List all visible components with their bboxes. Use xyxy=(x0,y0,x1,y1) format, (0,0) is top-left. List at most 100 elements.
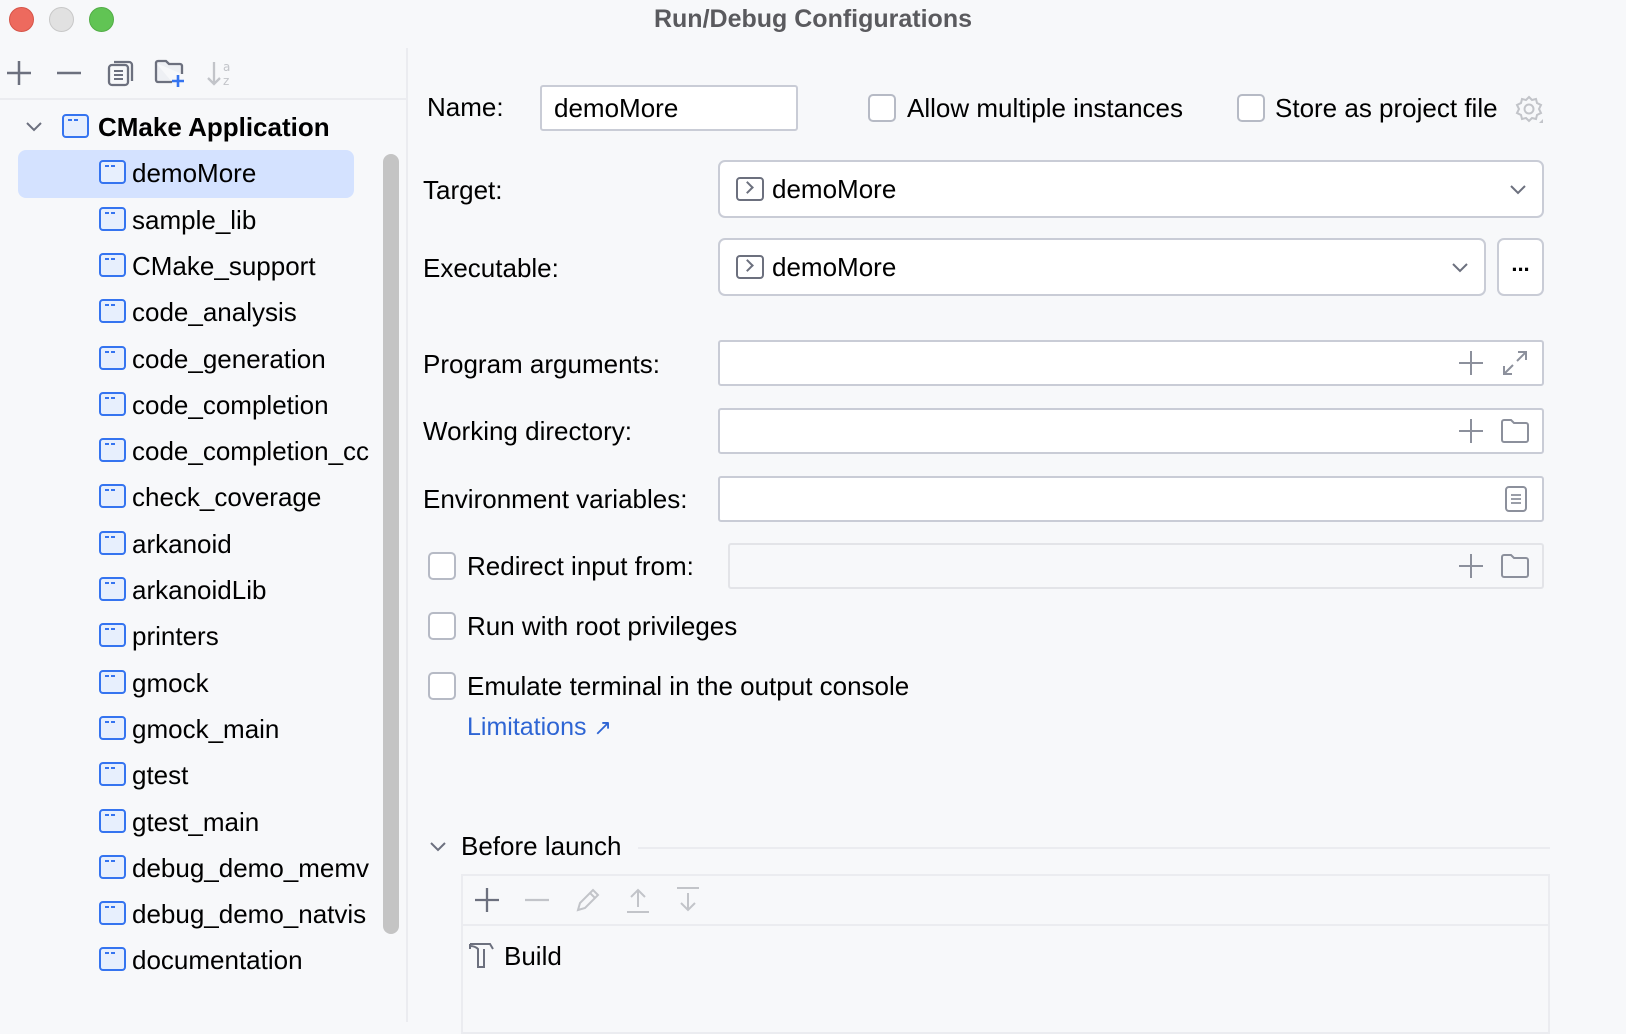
folder-icon[interactable] xyxy=(1500,418,1530,444)
emulate-terminal-label[interactable]: Emulate terminal in the output console xyxy=(467,670,909,702)
store-as-project-file-label[interactable]: Store as project file xyxy=(1275,92,1498,124)
tree-group-cmake-application[interactable]: CMake Application xyxy=(0,104,380,150)
emulate-terminal-checkbox[interactable] xyxy=(428,672,456,700)
sort-alphabetically-button[interactable]: az xyxy=(204,56,238,90)
tree-item[interactable]: arkanoidLib xyxy=(0,567,380,613)
new-folder-button[interactable] xyxy=(153,56,187,90)
cmake-target-icon xyxy=(99,160,126,185)
tree-item[interactable]: code_completion_cc xyxy=(0,428,380,474)
gear-icon[interactable] xyxy=(1514,94,1544,124)
browse-executable-button[interactable]: ... xyxy=(1497,238,1544,296)
toolbar-separator xyxy=(0,98,406,100)
tree-item[interactable]: arkanoid xyxy=(0,521,380,567)
svg-text:a: a xyxy=(223,60,230,74)
document-list-icon[interactable] xyxy=(1504,485,1528,513)
chevron-down-icon[interactable] xyxy=(24,116,44,136)
tree-item[interactable]: sample_lib xyxy=(0,197,380,243)
cmake-target-icon xyxy=(99,438,126,463)
name-value: demoMore xyxy=(554,93,679,123)
program-arguments-input[interactable] xyxy=(718,340,1544,386)
tree-item-label: gmock xyxy=(132,667,209,698)
tree-item[interactable]: printers xyxy=(0,613,380,659)
title-bar: Run/Debug Configurations xyxy=(0,0,1626,40)
move-up-icon[interactable] xyxy=(624,886,652,914)
tree-item-label: code_completion_cc xyxy=(132,436,370,467)
executable-value: demoMore xyxy=(772,252,897,282)
cmake-target-icon xyxy=(99,299,126,324)
copy-configuration-button[interactable] xyxy=(103,56,137,90)
target-label: Target: xyxy=(423,175,503,205)
cmake-target-icon xyxy=(99,252,126,277)
add-macro-icon[interactable] xyxy=(1458,553,1484,579)
working-directory-input[interactable] xyxy=(718,408,1544,454)
allow-multiple-instances-checkbox[interactable] xyxy=(868,94,896,122)
tree-item[interactable]: documentation xyxy=(0,937,380,983)
chevron-down-icon xyxy=(1452,263,1468,273)
window-title: Run/Debug Configurations xyxy=(653,5,973,33)
allow-multiple-instances-label[interactable]: Allow multiple instances xyxy=(907,92,1183,124)
configuration-form: Name: demoMore Allow multiple instances … xyxy=(408,48,1626,1034)
configuration-tree: CMake Application demoMore sample_lib CMak… xyxy=(0,104,380,1022)
before-launch-task-label: Build xyxy=(504,941,562,971)
svg-text:z: z xyxy=(223,74,229,88)
add-macro-icon[interactable] xyxy=(1458,418,1484,444)
tree-item-label: arkanoid xyxy=(132,528,232,559)
tree-item[interactable]: code_completion xyxy=(0,382,380,428)
tree-item[interactable]: gmock_main xyxy=(0,706,380,752)
target-value: demoMore xyxy=(772,174,897,204)
cmake-target-icon xyxy=(99,715,126,740)
limitations-link-text: Limitations xyxy=(467,713,587,741)
external-link-icon: ↗ xyxy=(593,715,612,740)
tree-item[interactable]: CMake_support xyxy=(0,243,380,289)
remove-task-icon[interactable] xyxy=(523,886,551,914)
before-launch-title[interactable]: Before launch xyxy=(461,830,621,862)
executable-dropdown[interactable]: demoMore xyxy=(718,238,1486,296)
cmake-target-icon xyxy=(99,901,126,926)
target-dropdown[interactable]: demoMore xyxy=(718,160,1544,218)
add-configuration-button[interactable] xyxy=(2,56,36,90)
folder-icon[interactable] xyxy=(1500,553,1530,579)
before-launch-task-build[interactable]: Build xyxy=(463,926,1548,986)
name-input[interactable]: demoMore xyxy=(540,85,798,131)
tree-item[interactable]: check_coverage xyxy=(0,474,380,520)
copy-icon xyxy=(107,60,134,87)
tree-item[interactable]: debug_demo_memv xyxy=(0,845,380,891)
redirect-input-checkbox[interactable] xyxy=(428,552,456,580)
cmake-target-icon xyxy=(99,530,126,555)
store-as-project-file-checkbox[interactable] xyxy=(1237,94,1265,122)
tree-item-label: arkanoidLib xyxy=(132,575,267,605)
redirect-input-label[interactable]: Redirect input from: xyxy=(467,550,694,582)
cmake-target-icon xyxy=(99,623,126,648)
tree-item[interactable]: gtest xyxy=(0,752,380,798)
add-task-icon[interactable] xyxy=(473,886,501,914)
run-with-root-privileges-label[interactable]: Run with root privileges xyxy=(467,610,737,642)
sort-alpha-icon: az xyxy=(207,60,230,88)
move-down-icon[interactable] xyxy=(674,886,702,914)
tree-item[interactable]: gmock xyxy=(0,660,380,706)
new-folder-icon xyxy=(154,59,184,87)
tree-item[interactable]: demoMore xyxy=(0,150,380,199)
working-directory-label: Working directory: xyxy=(423,416,633,446)
edit-task-icon[interactable] xyxy=(574,886,602,914)
tree-item[interactable]: debug_demo_natvis xyxy=(0,891,380,937)
tree-item[interactable]: code_generation xyxy=(0,336,380,382)
sidebar-scrollbar[interactable] xyxy=(383,154,399,934)
add-macro-icon[interactable] xyxy=(1458,350,1484,376)
cmake-target-icon xyxy=(99,947,126,972)
name-label: Name: xyxy=(427,92,504,122)
tree-item-label: demoMore xyxy=(132,158,257,189)
before-launch-panel: Build xyxy=(461,874,1550,1034)
tree-item[interactable]: code_analysis xyxy=(0,289,380,335)
program-arguments-label: Program arguments: xyxy=(423,349,660,379)
remove-configuration-button[interactable] xyxy=(52,56,86,90)
tree-item[interactable]: gtest_main xyxy=(0,799,380,845)
expand-icon[interactable] xyxy=(1500,348,1530,378)
environment-variables-input[interactable] xyxy=(718,476,1544,522)
tree-item-label: check_coverage xyxy=(132,482,322,513)
cmake-target-icon xyxy=(99,854,126,879)
chevron-down-icon[interactable] xyxy=(428,836,448,856)
redirect-input-field[interactable] xyxy=(728,543,1544,589)
cmake-app-icon xyxy=(62,114,89,138)
limitations-link[interactable]: Limitations ↗ xyxy=(467,711,612,744)
run-with-root-privileges-checkbox[interactable] xyxy=(428,612,456,640)
